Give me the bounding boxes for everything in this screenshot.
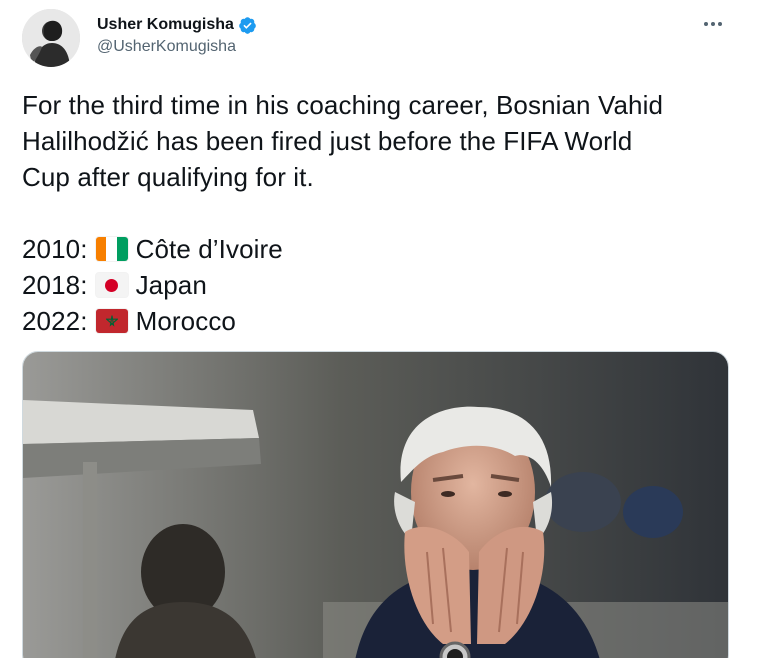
display-name[interactable]: Usher Komugisha — [97, 16, 234, 34]
tweet-text: For the third time in his coaching caree… — [22, 87, 742, 339]
list-year: 2022: — [22, 306, 88, 336]
list-country: Japan — [135, 270, 207, 300]
more-options-button[interactable] — [696, 10, 730, 38]
tweet-line: Cup after qualifying for it. — [22, 162, 314, 192]
morocco-flag-icon — [95, 309, 128, 333]
list-item: 2018: Japan — [22, 267, 742, 303]
list-year: 2018: — [22, 270, 88, 300]
tweet-card: Usher Komugisha @UsherKomugisha For the … — [0, 0, 760, 658]
name-row: Usher Komugisha — [97, 14, 257, 36]
list-year: 2010: — [22, 234, 88, 264]
tweet-photo[interactable] — [22, 351, 729, 658]
list-item: 2022: Morocco — [22, 303, 742, 339]
cote-divoire-flag-icon — [95, 237, 128, 261]
list-country: Morocco — [135, 306, 236, 336]
more-dots-icon — [704, 22, 722, 26]
tweet-line: Halilhodžić has been fired just before t… — [22, 126, 633, 156]
handle[interactable]: @UsherKomugisha — [97, 38, 257, 56]
coach-photo-image — [23, 352, 728, 658]
list-country: Côte d’Ivoire — [135, 234, 283, 264]
tweet-line: For the third time in his coaching caree… — [22, 90, 664, 120]
verified-badge-icon — [238, 16, 257, 35]
avatar[interactable] — [22, 9, 80, 67]
japan-flag-icon — [95, 273, 128, 297]
author-block: Usher Komugisha @UsherKomugisha — [97, 14, 257, 56]
list-item: 2010: Côte d’Ivoire — [22, 231, 742, 267]
